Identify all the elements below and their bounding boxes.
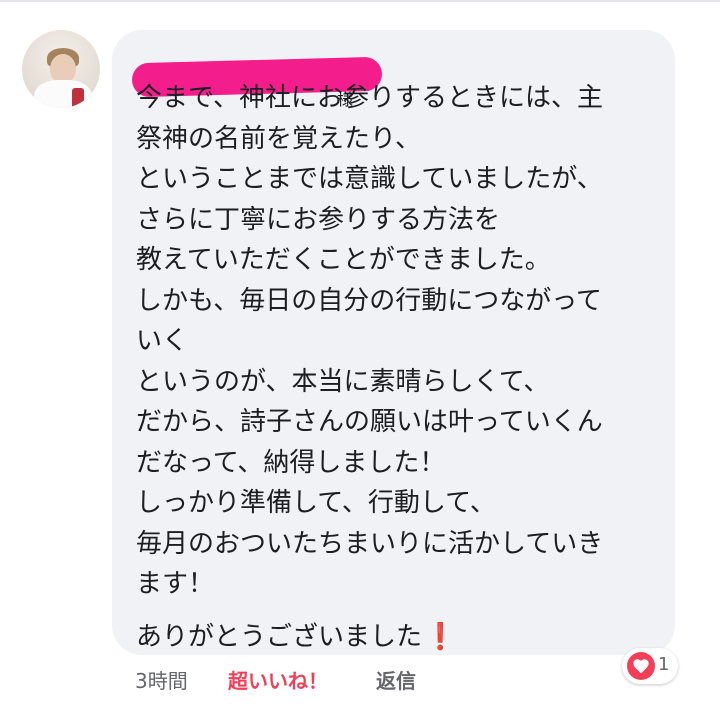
comment-timestamp[interactable]: 3時間 [135, 665, 188, 694]
comment-line: いく [136, 326, 189, 356]
love-reaction-button[interactable]: 超いいね！ [228, 665, 328, 694]
exclamation-icon: ❗ [424, 621, 457, 652]
reaction-count: 1 [658, 654, 670, 675]
comment-line: 祭神の名前を覚えたり、 [136, 123, 421, 154]
comment-line: さらに丁寧にお参りする方法を [136, 204, 501, 235]
heart-reaction-icon [627, 652, 655, 680]
comment-closing-line: ありがとうございました❗ [136, 617, 666, 658]
comment-line: ます！ [136, 569, 215, 599]
comment-text: 今まで、神社にお参りするときには、主 祭神の名前を覚えたり、 ということまでは意… [136, 78, 666, 657]
comment-line: だから、詩子さんの願いは叶っていくん [136, 407, 603, 437]
comment-closing-text: ありがとうございました [136, 621, 423, 652]
comment-line: というのが、本当に素晴らしくて、 [136, 366, 550, 397]
comment-line: だなって、納得しました！ [136, 447, 446, 478]
reply-button[interactable]: 返信 [376, 665, 416, 694]
comment-line: 教えていただくことができました。 [136, 245, 551, 275]
comment-line: しかも、毎日の自分の行動につながって [136, 285, 602, 316]
comment-line: しっかり準備して、行動して、 [136, 488, 496, 518]
reaction-summary[interactable]: 1 [622, 648, 678, 684]
comment-line: ということまでは意識していましたが、 [136, 164, 603, 194]
comment-line: 毎月のおついたちまいりに活かしていき [136, 528, 604, 559]
comment-line: 今まで、神社にお参りするときには、主 [136, 83, 603, 113]
avatar[interactable] [22, 30, 100, 108]
top-divider [0, 0, 720, 2]
